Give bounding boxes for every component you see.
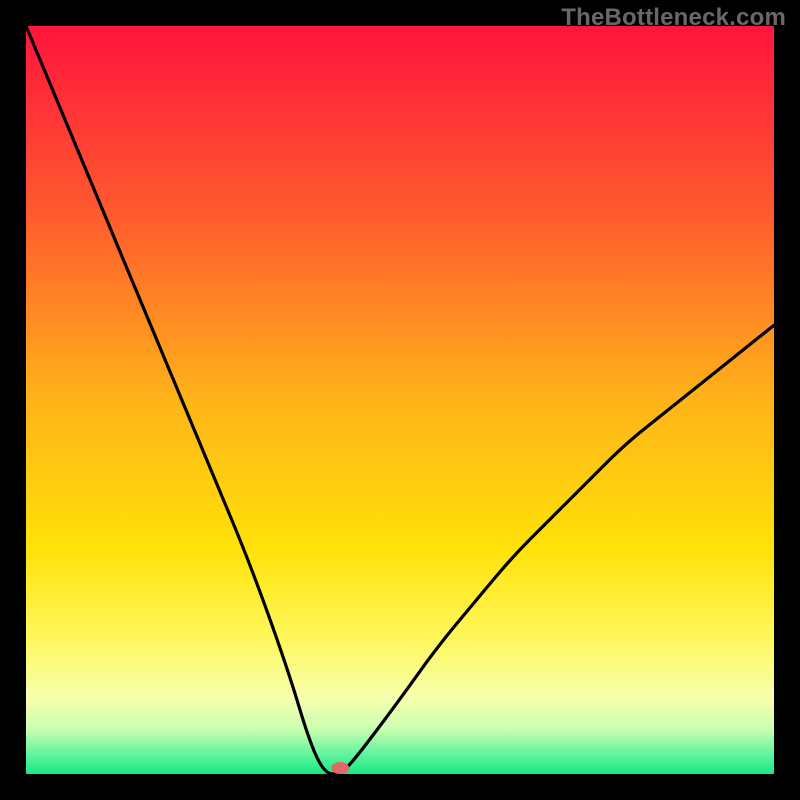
chart-svg [26,26,774,774]
image-frame: TheBottleneck.com [0,0,800,800]
chart-background [26,26,774,774]
chart-area [26,26,774,774]
sweet-spot-marker [331,762,349,774]
